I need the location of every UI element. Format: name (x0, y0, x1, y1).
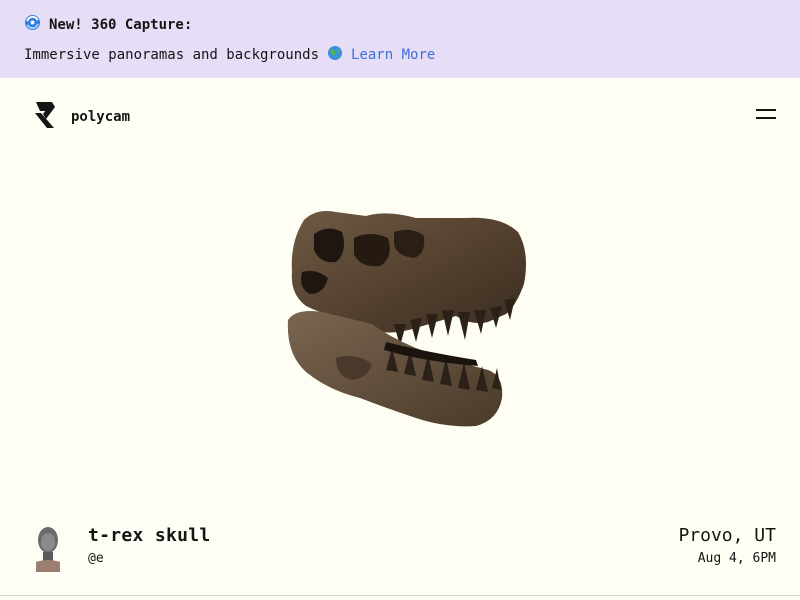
banner-description: Immersive panoramas and backgrounds (24, 47, 320, 63)
banner-description-row: Immersive panoramas and backgrounds Lear… (24, 45, 435, 65)
menu-button[interactable] (752, 104, 780, 126)
globe-icon (327, 45, 343, 65)
capture-title: t-rex skull (88, 525, 211, 546)
announcement-banner: New! 360 Capture: Immersive panoramas an… (0, 0, 800, 78)
capture-360-icon (24, 14, 41, 35)
capture-date: Aug 4, 6PM (697, 551, 776, 566)
t-rex-skull-model (287, 211, 526, 427)
user-avatar[interactable] (30, 524, 66, 572)
logo-text: polycam (71, 109, 131, 125)
divider (0, 595, 800, 596)
hamburger-menu-icon (752, 109, 780, 130)
learn-more-link[interactable]: Learn More (351, 47, 435, 63)
banner-headline-row: New! 360 Capture: (24, 14, 192, 35)
polycam-home-link[interactable]: polycam (33, 101, 130, 133)
banner-headline: New! 360 Capture: (49, 16, 193, 33)
capture-location: Provo, UT (678, 525, 776, 546)
polycam-logo-icon (33, 101, 57, 133)
username-link[interactable]: @e (88, 551, 104, 566)
model-viewer[interactable] (0, 140, 800, 510)
